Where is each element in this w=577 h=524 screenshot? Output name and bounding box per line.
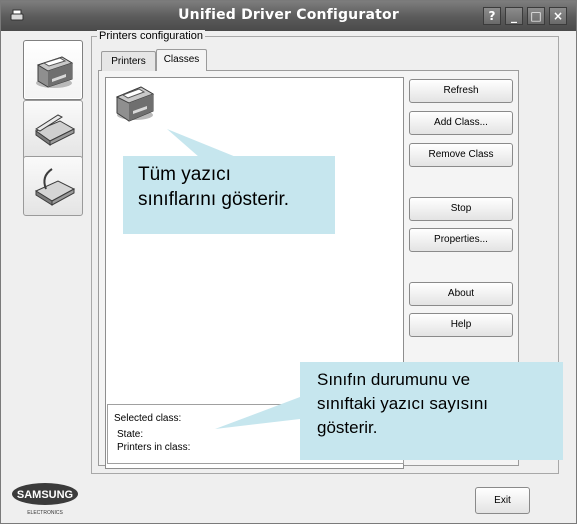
remove-class-button[interactable]: Remove Class — [409, 143, 513, 167]
help-window-button[interactable]: ? — [483, 7, 501, 25]
app-window: Unified Driver Configurator ? _ □ × Prin… — [0, 0, 577, 524]
exit-button[interactable]: Exit — [475, 487, 530, 514]
nav-scanners-configuration[interactable] — [23, 100, 83, 160]
tab-classes[interactable]: Classes — [156, 49, 207, 71]
minimize-window-button[interactable]: _ — [505, 7, 523, 25]
close-window-button[interactable]: × — [549, 7, 567, 25]
classes-callout-line1: Tüm yazıcı — [138, 164, 231, 185]
stop-button[interactable]: Stop — [409, 197, 513, 221]
about-button[interactable]: About — [409, 282, 513, 306]
selected-class-label: Selected class: — [113, 413, 183, 424]
svg-text:ELECTRONICS: ELECTRONICS — [27, 510, 63, 516]
state-callout: Sınıfın durumunu ve sınıftaki yazıcı say… — [300, 362, 563, 460]
state-label: State: — [117, 429, 144, 440]
title-bar[interactable]: Unified Driver Configurator ? _ □ × — [1, 1, 576, 31]
samsung-logo: SAMSUNG ELECTRONICS — [11, 481, 87, 521]
tab-printers[interactable]: Printers — [101, 51, 156, 71]
maximize-window-button[interactable]: □ — [527, 7, 545, 25]
svg-text:SAMSUNG: SAMSUNG — [17, 489, 73, 501]
properties-button[interactable]: Properties... — [409, 228, 513, 252]
add-class-button[interactable]: Add Class... — [409, 111, 513, 135]
printer-class-icon[interactable] — [113, 81, 157, 123]
nav-printers-configuration[interactable] — [23, 40, 83, 100]
state-callout-line3: gösterir. — [317, 418, 378, 437]
printers-in-class-label: Printers in class: — [117, 442, 191, 453]
help-button[interactable]: Help — [409, 313, 513, 337]
printer-icon — [36, 56, 74, 88]
classes-callout-line2: sınıflarını gösterir. — [138, 189, 290, 210]
classes-callout: Tüm yazıcı sınıflarını gösterir. — [123, 156, 335, 234]
group-label: Printers configuration — [97, 30, 205, 42]
refresh-button[interactable]: Refresh — [409, 79, 513, 103]
state-callout-line2: sınıftaki yazıcı sayısını — [317, 394, 489, 413]
port-icon — [34, 168, 76, 206]
state-callout-line1: Sınıfın durumunu ve — [317, 370, 471, 389]
scanner-icon — [34, 114, 76, 146]
nav-ports-configuration[interactable] — [23, 156, 83, 216]
